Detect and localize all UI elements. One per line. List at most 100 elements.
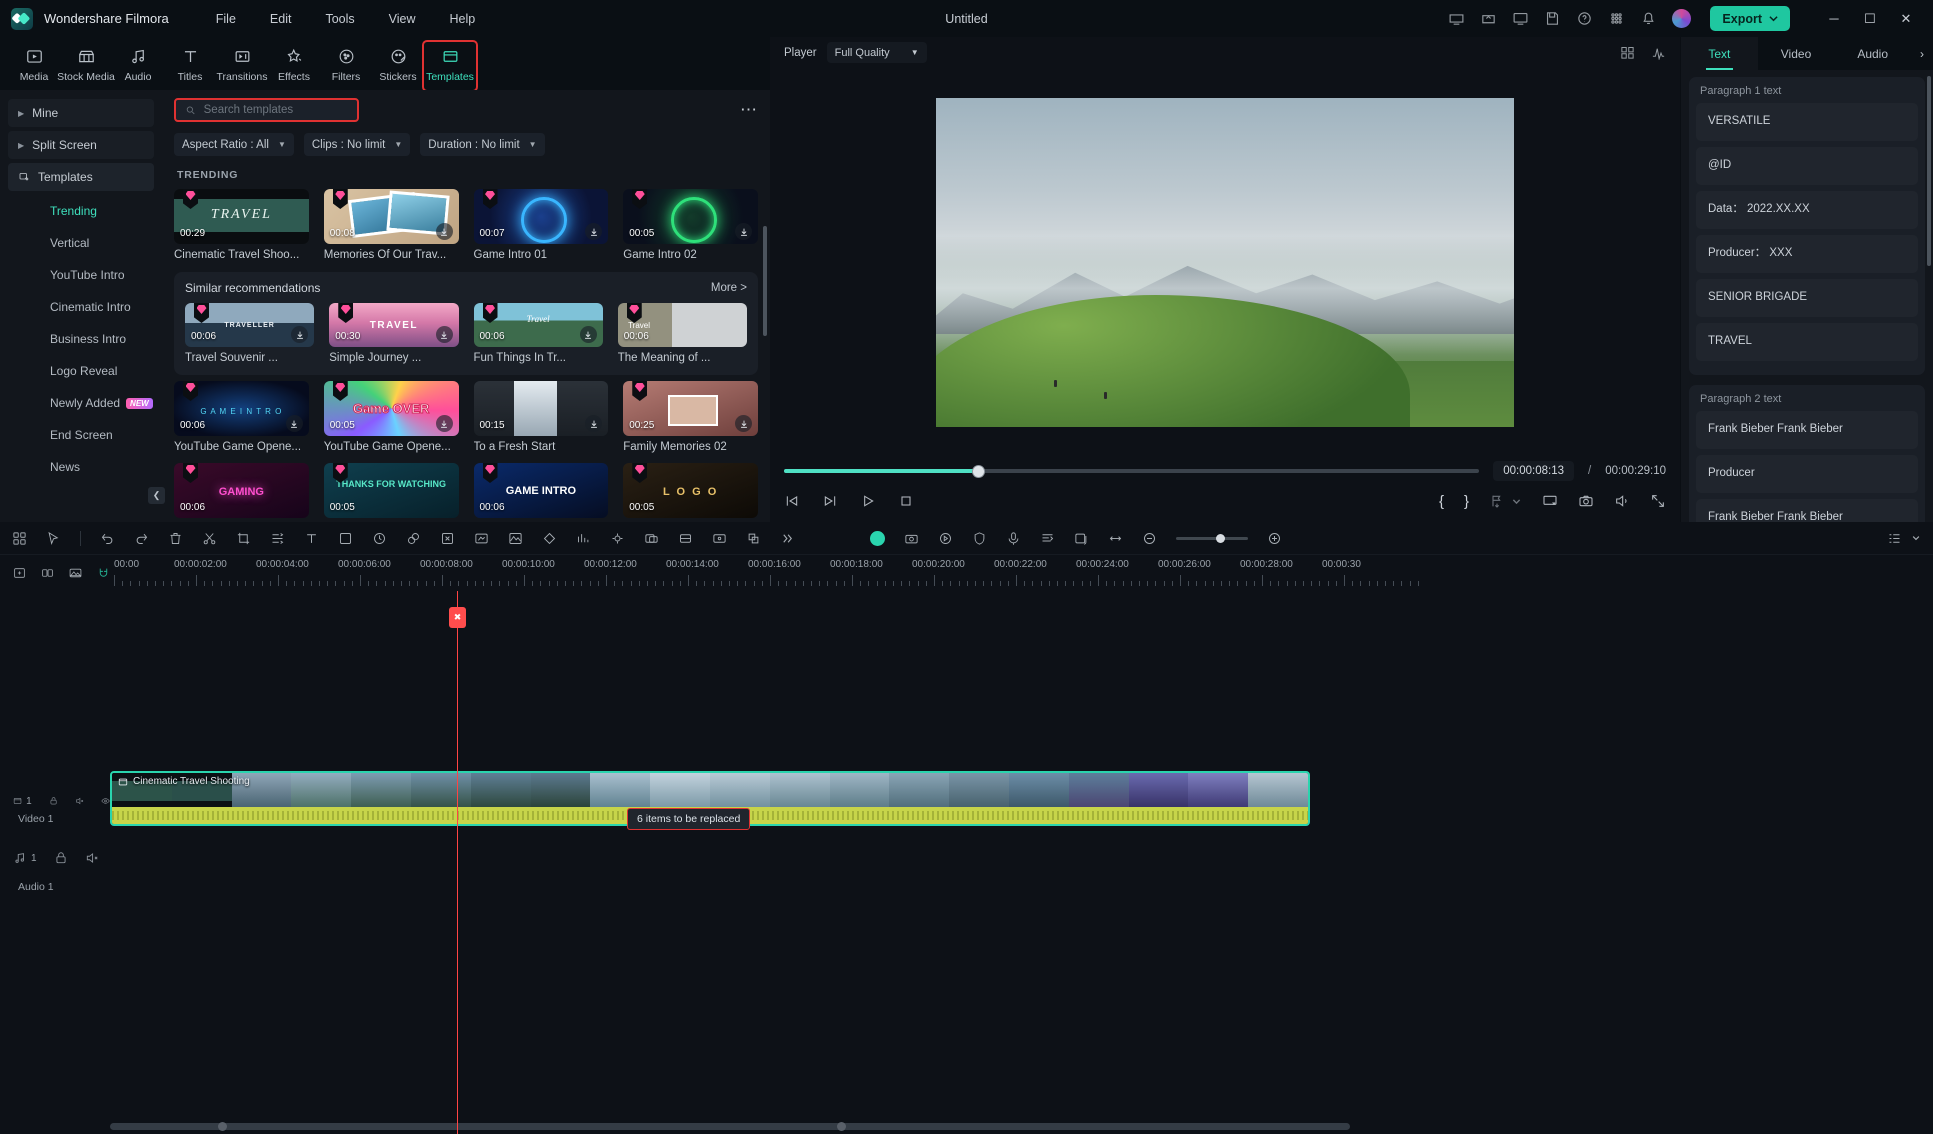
sidebar-item-logo-reveal[interactable]: Logo Reveal	[0, 355, 162, 387]
zoom-slider[interactable]	[1176, 533, 1248, 543]
text-field[interactable]: @ID	[1696, 147, 1918, 185]
zoom-slider-handle[interactable]	[1216, 533, 1226, 543]
filter-clips[interactable]: Clips : No limit ▼	[303, 133, 411, 156]
library-more-options[interactable]: ⋯	[740, 101, 758, 118]
zoom-out-icon[interactable]	[1142, 531, 1157, 546]
nav-group-mine[interactable]: ▶ Mine	[8, 99, 154, 127]
magnet-snap-icon[interactable]	[97, 566, 110, 580]
search-input[interactable]	[203, 103, 348, 116]
template-card[interactable]: 00:30 Simple Journey ...	[329, 303, 459, 364]
sidebar-item-news[interactable]: News	[0, 451, 162, 483]
playhead[interactable]: ✖	[449, 591, 466, 1134]
sidebar-item-vertical[interactable]: Vertical	[0, 227, 162, 259]
timeline-tracks[interactable]: ✖ 1 Video 1 1 Audio 1 Cinematic Travel S…	[0, 591, 1933, 1134]
import-icon[interactable]	[1074, 531, 1089, 546]
similar-more-link[interactable]: More >	[711, 282, 747, 294]
layout-grid-icon[interactable]	[12, 531, 27, 546]
export-button[interactable]: Export	[1710, 6, 1790, 31]
template-card[interactable]: 00:25 Family Memories 02	[623, 381, 758, 453]
marker-add-icon[interactable]	[938, 531, 953, 546]
download-icon[interactable]	[735, 223, 752, 240]
help-circle-icon[interactable]	[1576, 10, 1593, 27]
scrollbar-right-handle[interactable]	[837, 1122, 846, 1131]
template-card[interactable]: 00:05 YouTube Game Opene...	[323, 381, 459, 453]
template-card[interactable]: 00:15 To a Fresh Start	[473, 381, 609, 453]
volume-icon[interactable]	[1614, 493, 1630, 509]
template-card[interactable]: 00:29 Cinematic Travel Shoo...	[174, 189, 309, 261]
category-titles[interactable]: Titles	[164, 42, 216, 90]
category-templates[interactable]: Templates	[422, 40, 478, 92]
stabilize-icon[interactable]	[508, 531, 523, 546]
category-effects[interactable]: Effects	[268, 42, 320, 90]
template-card[interactable]: 00:05	[623, 463, 758, 518]
text-field[interactable]: VERSATILE	[1696, 103, 1918, 141]
motion-track-icon[interactable]	[440, 531, 455, 546]
download-icon[interactable]	[435, 326, 453, 343]
sidebar-item-business-intro[interactable]: Business Intro	[0, 323, 162, 355]
track-manager-icon[interactable]	[1887, 531, 1902, 546]
menu-file[interactable]: File	[214, 8, 238, 30]
green-screen-icon[interactable]	[610, 531, 625, 546]
record-voiceover-icon[interactable]	[870, 530, 885, 546]
download-icon[interactable]	[585, 223, 603, 240]
mask-icon[interactable]	[406, 531, 421, 546]
template-card[interactable]: 00:08 Memories Of Our Trav...	[323, 189, 459, 261]
templates-scrollbar[interactable]	[763, 226, 767, 336]
fit-icon[interactable]	[1108, 531, 1123, 546]
download-icon[interactable]	[579, 326, 597, 343]
mark-in-button[interactable]: {	[1439, 493, 1444, 510]
download-icon[interactable]	[435, 223, 453, 240]
add-media-icon[interactable]	[41, 566, 54, 580]
tab-video[interactable]: Video	[1758, 37, 1835, 70]
split-scissors-icon[interactable]	[202, 531, 217, 546]
keyframe-icon[interactable]	[372, 531, 387, 546]
timeline-horizontal-scrollbar[interactable]	[110, 1122, 1933, 1131]
snapshot-icon[interactable]	[904, 531, 919, 546]
video-preview[interactable]	[936, 97, 1514, 427]
chroma-key-icon[interactable]	[474, 531, 489, 546]
menu-tools[interactable]: Tools	[323, 8, 356, 30]
add-track-icon[interactable]	[13, 566, 26, 580]
template-card[interactable]: 00:06	[174, 463, 309, 518]
lock-icon[interactable]	[49, 794, 58, 808]
template-card[interactable]: 00:06 Travel Souvenir ...	[185, 303, 315, 364]
speed-icon[interactable]	[270, 531, 285, 546]
text-field[interactable]: SENIOR BRIGADE	[1696, 279, 1918, 317]
template-card[interactable]: 00:06 Fun Things In Tr...	[473, 303, 603, 364]
more-chevron-icon[interactable]	[780, 531, 795, 546]
next-frame-icon[interactable]	[822, 493, 838, 509]
text-field[interactable]: TRAVEL	[1696, 323, 1918, 361]
search-templates-box[interactable]	[174, 97, 359, 122]
fullscreen-icon[interactable]	[1650, 493, 1666, 509]
notification-icon[interactable]	[1640, 10, 1657, 27]
category-stickers[interactable]: Stickers	[372, 42, 424, 90]
category-stock-media[interactable]: Stock Media	[57, 42, 115, 90]
collapse-sidebar-button[interactable]: ❮	[148, 487, 165, 504]
template-card[interactable]: 00:06 The Meaning of ...	[617, 303, 747, 364]
playhead-marker[interactable]: ✖	[449, 607, 466, 628]
shield-icon[interactable]	[972, 531, 987, 546]
seek-handle[interactable]	[973, 465, 985, 477]
audio-mix-icon[interactable]	[576, 531, 591, 546]
template-card[interactable]: 00:06 YouTube Game Opene...	[174, 381, 309, 453]
download-icon[interactable]	[435, 415, 453, 432]
nav-group-split-screen[interactable]: ▶ Split Screen	[8, 131, 154, 159]
redo-icon[interactable]	[134, 531, 149, 546]
marker-icon[interactable]	[542, 531, 557, 546]
download-icon[interactable]	[735, 415, 752, 432]
sidebar-item-end-screen[interactable]: End Screen	[0, 419, 162, 451]
chevron-down-icon[interactable]	[1911, 533, 1921, 543]
category-filters[interactable]: Filters	[320, 42, 372, 90]
undo-icon[interactable]	[100, 531, 115, 546]
sidebar-item-trending[interactable]: Trending	[0, 195, 162, 227]
eye-icon[interactable]	[101, 794, 110, 808]
lock-icon[interactable]	[54, 851, 68, 865]
download-icon[interactable]	[285, 415, 303, 432]
template-card[interactable]: 00:05 Game Intro 02	[623, 189, 758, 261]
crop-icon[interactable]	[236, 531, 251, 546]
download-icon[interactable]	[585, 415, 603, 432]
color-match-icon[interactable]	[338, 531, 353, 546]
auto-reframe-icon[interactable]	[712, 531, 727, 546]
category-audio[interactable]: Audio	[112, 42, 164, 90]
waveform-icon[interactable]	[1651, 45, 1666, 60]
